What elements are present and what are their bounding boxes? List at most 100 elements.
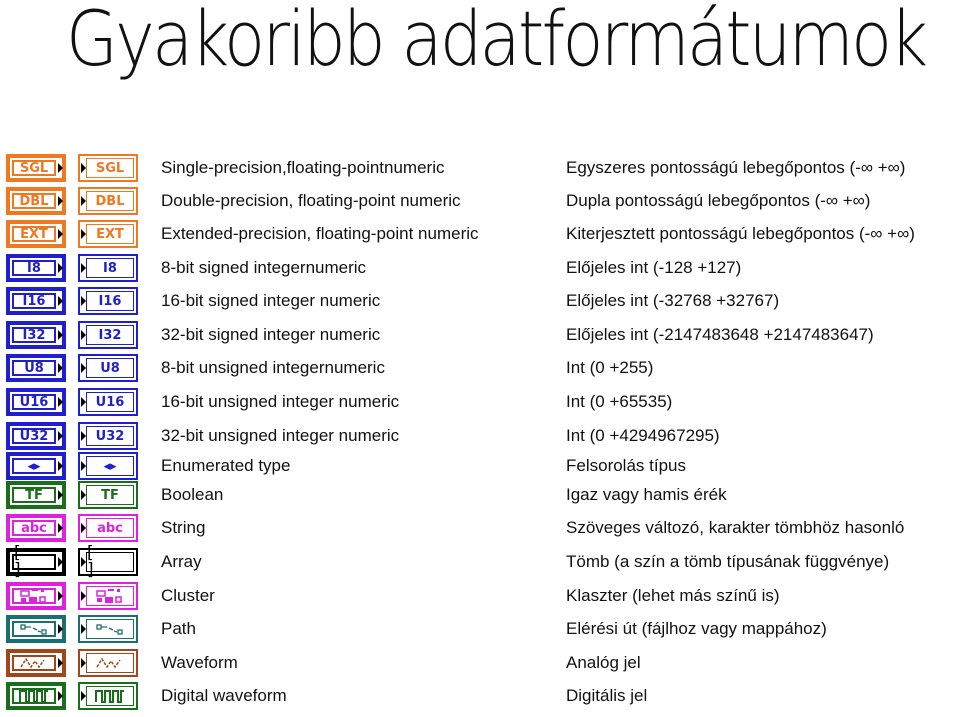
type-name-english: Boolean: [161, 485, 224, 504]
terminal-label: DBL: [95, 193, 125, 209]
type-description-hungarian: Int (0 +65535): [566, 392, 673, 411]
type-description-hungarian: Tömb (a szín a tömb típusának függvénye): [566, 552, 890, 571]
data-type-row: U32 U32 32-bit unsigned integer numeric Int…: [0, 421, 960, 453]
terminal-arrow-icon: [81, 490, 86, 500]
terminal-frame: ◂▸: [12, 458, 56, 474]
terminal-arrow-icon: [81, 363, 86, 373]
type-description-hungarian: Elérési út (fájlhoz vagy mappához): [566, 619, 827, 638]
terminal-frame: ◂▸: [86, 456, 134, 476]
terminal-arrow-icon: [58, 591, 63, 601]
i8-terminal-control-icon: I8: [6, 254, 66, 282]
terminal-arrow-icon: [58, 461, 63, 471]
i32-terminal-control-icon: I32: [6, 321, 66, 349]
type-description-hungarian: Klaszter (lehet más színű is): [566, 586, 780, 605]
terminal-frame: U32: [12, 428, 56, 444]
terminal-label: [ ]: [14, 543, 35, 580]
terminal-frame: [ ]: [12, 545, 56, 579]
digital-waveform-terminal-control-icon: [6, 682, 66, 710]
type-description-hungarian: Digitális jel: [566, 686, 648, 705]
terminal-frame: abc: [86, 518, 134, 538]
u16-terminal-indicator-icon: U16: [78, 388, 138, 416]
terminal-frame: I16: [12, 293, 56, 309]
type-description-hungarian: Int (0 +255): [566, 358, 654, 377]
type-description-hungarian: Előjeles int (-128 +127): [566, 258, 742, 277]
terminal-label: I8: [27, 260, 41, 276]
terminal-arrow-icon: [81, 163, 86, 173]
data-type-row: I8 I8 8-bit signed integernumeric Előjeles …: [0, 253, 960, 285]
data-type-row: SGL SGL Single-precision,floating-pointnum…: [0, 153, 960, 185]
terminal-frame: abc: [12, 520, 56, 536]
data-type-row: I16 I16 16-bit signed integer numeric Elője…: [0, 286, 960, 318]
data-type-row: Path Elérési út (fájlhoz vagy mappához): [0, 614, 960, 646]
type-name-english: 8-bit signed integernumeric: [161, 258, 367, 277]
type-description-hungarian: Előjeles int (-2147483648 +2147483647): [566, 325, 874, 344]
terminal-arrow-icon: [58, 691, 63, 701]
i16-terminal-indicator-icon: I16: [78, 287, 138, 315]
terminal-frame: TF: [86, 485, 134, 505]
data-type-row: U16 U16 16-bit unsigned integer numeric Int…: [0, 387, 960, 419]
terminal-frame: [12, 688, 56, 704]
terminal-arrow-icon: [58, 229, 63, 239]
u32-terminal-indicator-icon: U32: [78, 422, 138, 450]
terminal-label: abc: [21, 520, 47, 536]
terminal-arrow-icon: [81, 296, 86, 306]
data-type-row: Cluster Klaszter (lehet más színű is): [0, 581, 960, 613]
type-description-hungarian: Felsorolás típus: [566, 456, 686, 475]
type-description-hungarian: Int (0 +4294967295): [566, 426, 720, 445]
terminal-label: ◂▸: [103, 458, 117, 474]
u16-terminal-control-icon: U16: [6, 388, 66, 416]
waveform-terminal-indicator-icon: [78, 649, 138, 677]
type-description-hungarian: Egyszeres pontosságú lebegőpontos (-∞ +∞…: [566, 158, 906, 177]
terminal-frame: [86, 686, 134, 706]
terminal-arrow-icon: [81, 431, 86, 441]
terminal-arrow-icon: [58, 263, 63, 273]
type-name-english: 16-bit signed integer numeric: [161, 291, 381, 310]
terminal-arrow-icon: [58, 431, 63, 441]
type-name-english: 8-bit unsigned integernumeric: [161, 358, 385, 377]
terminal-arrow-icon: [58, 296, 63, 306]
waveform-terminal-control-icon: [6, 649, 66, 677]
data-type-row: EXT EXT Extended-precision, floating-point…: [0, 219, 960, 251]
type-description-hungarian: Igaz vagy hamis érék: [566, 485, 727, 504]
type-name-english: 32-bit unsigned integer numeric: [161, 426, 400, 445]
terminal-arrow-icon: [58, 624, 63, 634]
u8-terminal-control-icon: U8: [6, 354, 66, 382]
type-name-english: Array: [161, 552, 202, 571]
terminal-arrow-icon: [58, 557, 63, 567]
terminal-label: [ ]: [87, 543, 108, 580]
terminal-arrow-icon: [58, 490, 63, 500]
terminal-label: I32: [22, 327, 46, 343]
terminal-frame: U16: [12, 394, 56, 410]
terminal-arrow-icon: [58, 363, 63, 373]
ext-terminal-indicator-icon: EXT: [78, 220, 138, 248]
terminal-arrow-icon: [81, 196, 86, 206]
page-title: Gyakoribb adatformátumok: [66, 0, 928, 83]
terminal-label: U16: [19, 394, 49, 410]
terminal-label: U8: [100, 360, 120, 376]
terminal-arrow-icon: [81, 591, 86, 601]
data-type-row: I32 I32 32-bit signed integer numeric Elője…: [0, 320, 960, 352]
array-terminal-indicator-icon: [ ]: [78, 543, 138, 580]
boolean-terminal-indicator-icon: TF: [78, 481, 138, 509]
data-type-row: ◂▸ ◂▸ Enumerated type Felsorolás típus: [0, 451, 960, 483]
terminal-arrow-icon: [81, 624, 86, 634]
terminal-frame: [86, 619, 134, 639]
terminal-frame: U32: [86, 426, 134, 446]
string-terminal-control-icon: abc: [6, 514, 66, 542]
terminal-arrow-icon: [81, 461, 86, 471]
dbl-terminal-control-icon: DBL: [6, 187, 66, 215]
terminal-label: U8: [24, 360, 44, 376]
path-terminal-indicator-icon: [78, 615, 138, 643]
terminal-frame: [86, 653, 134, 673]
type-name-english: 32-bit signed integer numeric: [161, 325, 381, 344]
type-description-hungarian: Előjeles int (-32768 +32767): [566, 291, 780, 310]
cluster-terminal-control-icon: [6, 582, 66, 610]
terminal-label: SGL: [19, 160, 49, 176]
terminal-label: TF: [25, 487, 43, 503]
terminal-label: EXT: [20, 226, 48, 242]
type-name-english: Cluster: [161, 586, 215, 605]
terminal-frame: SGL: [86, 158, 134, 178]
terminal-frame: DBL: [86, 191, 134, 211]
u32-terminal-control-icon: U32: [6, 422, 66, 450]
terminal-frame: [86, 586, 134, 606]
